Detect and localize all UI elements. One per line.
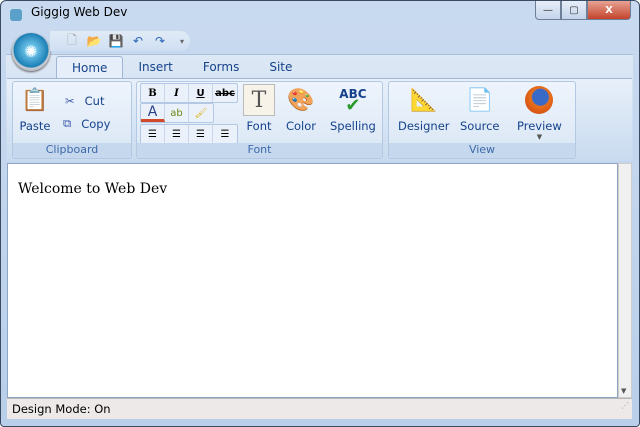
- font-color-icon[interactable]: A: [141, 104, 165, 122]
- new-file-icon[interactable]: 🗋: [64, 31, 80, 52]
- source-icon: 📄: [466, 87, 494, 113]
- window-title: Giggig Web Dev: [31, 5, 128, 19]
- firefox-icon: [523, 84, 555, 116]
- close-button[interactable]: X: [587, 1, 631, 20]
- tab-forms[interactable]: Forms: [188, 56, 254, 78]
- designer-icon: 📐: [410, 87, 438, 113]
- underline-button[interactable]: U: [189, 84, 213, 102]
- font-button[interactable]: T Font: [243, 84, 275, 133]
- align-left-icon[interactable]: ☰: [141, 125, 165, 143]
- scroll-down-icon[interactable]: ▼: [621, 387, 626, 395]
- tab-site[interactable]: Site: [254, 56, 307, 78]
- open-folder-icon[interactable]: 📂: [86, 34, 102, 48]
- spell-check-icon: ABC ✔: [339, 87, 367, 116]
- copy-icon: ⧉: [63, 116, 72, 130]
- maximize-button[interactable]: ▢: [561, 1, 587, 20]
- editor-area[interactable]: Welcome to Web Dev: [7, 163, 618, 398]
- view-group: 📐 Designer 📄 Source Preview ▼ View: [388, 81, 576, 159]
- view-group-label: View: [389, 143, 575, 158]
- minimize-button[interactable]: —: [535, 1, 561, 20]
- save-icon[interactable]: 💾: [108, 34, 124, 48]
- align-right-icon[interactable]: ☰: [189, 125, 213, 143]
- paste-icon: 📋: [21, 87, 49, 113]
- undo-icon[interactable]: ↶: [130, 34, 146, 48]
- paste-button[interactable]: 📋 Paste: [19, 84, 51, 134]
- font-group: B I U abc A ab 🖌 ☰ ☰ ☰ ☰ T Font 🎨 Color …: [136, 81, 383, 159]
- clear-format-icon[interactable]: 🖌: [189, 104, 213, 122]
- editor-text[interactable]: Welcome to Web Dev: [18, 181, 167, 197]
- designer-button[interactable]: 📐 Designer: [398, 84, 450, 134]
- palette-icon: 🎨: [287, 87, 315, 113]
- tab-home[interactable]: Home: [56, 56, 124, 78]
- align-center-icon[interactable]: ☰: [165, 125, 189, 143]
- redo-icon[interactable]: ↷: [152, 34, 168, 48]
- quick-access-toolbar: 🗋 📂 💾 ↶ ↷ ▾: [50, 31, 190, 51]
- status-bar: Design Mode: On ⋰: [7, 398, 632, 419]
- clipboard-group-label: Clipboard: [13, 143, 131, 158]
- scissors-icon: ✂: [65, 94, 75, 108]
- source-button[interactable]: 📄 Source: [460, 84, 500, 134]
- font-icon: T: [243, 84, 275, 116]
- cut-button[interactable]: ✂ Cut: [65, 94, 104, 108]
- font-group-label: Font: [137, 143, 382, 158]
- resize-grip-icon[interactable]: ⋰: [621, 395, 629, 416]
- strikethrough-button[interactable]: abc: [213, 84, 237, 102]
- preview-button[interactable]: Preview ▼: [517, 84, 562, 141]
- status-text: Design Mode: On: [12, 402, 111, 416]
- justify-icon[interactable]: ☰: [213, 125, 237, 143]
- copy-button[interactable]: ⧉ Copy: [63, 116, 110, 131]
- italic-button[interactable]: I: [165, 84, 189, 102]
- spelling-button[interactable]: ABC ✔ Spelling: [330, 84, 376, 133]
- tab-insert[interactable]: Insert: [123, 56, 187, 78]
- vertical-scrollbar[interactable]: ▼: [618, 163, 632, 398]
- color-button[interactable]: 🎨 Color: [285, 84, 317, 134]
- application-menu-button[interactable]: ✺: [12, 33, 50, 71]
- clipboard-group: 📋 Paste ✂ Cut ⧉ Copy Clipboard: [12, 81, 132, 159]
- bold-button[interactable]: B: [141, 84, 165, 102]
- customize-qat-icon[interactable]: ▾: [174, 37, 190, 46]
- chevron-down-icon: ▼: [536, 133, 543, 141]
- app-icon: [10, 9, 22, 21]
- highlight-icon[interactable]: ab: [165, 104, 189, 122]
